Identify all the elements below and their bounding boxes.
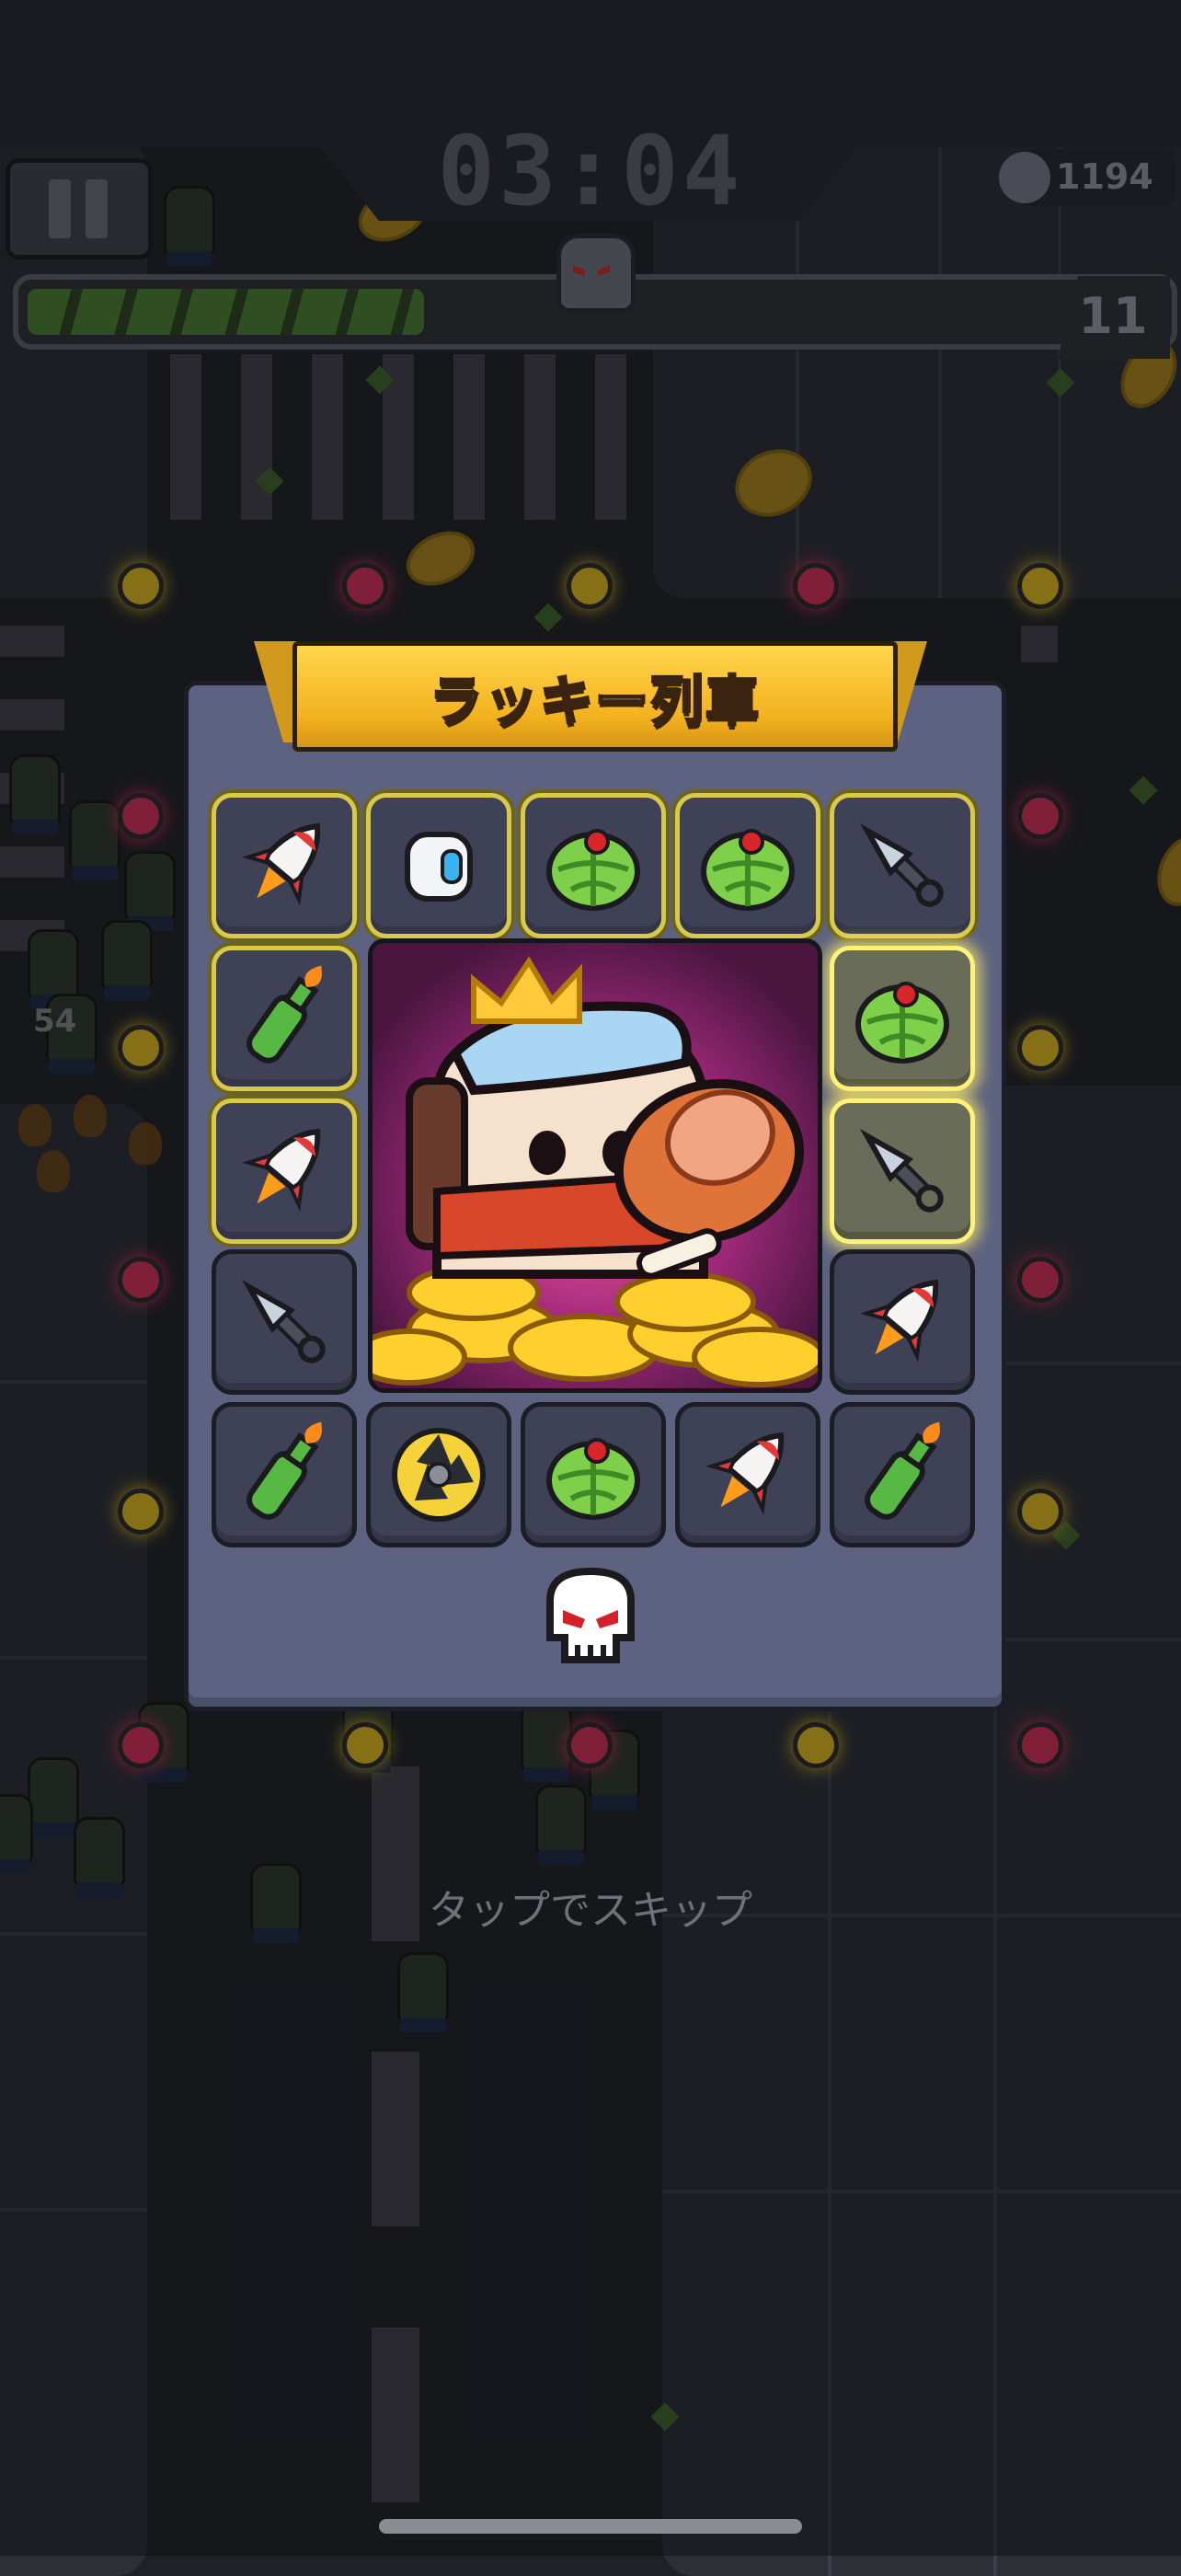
pause-icon <box>49 179 71 238</box>
drone-icon <box>371 798 507 937</box>
item-slot <box>521 1402 666 1547</box>
kunai-icon <box>216 1254 352 1394</box>
item-slot <box>212 946 357 1091</box>
item-slot <box>212 1098 357 1244</box>
title-ribbon: ラッキー列車 <box>292 641 898 752</box>
kunai-icon <box>834 1103 970 1243</box>
watermelon-icon <box>680 798 816 937</box>
watermelon-icon <box>525 798 661 937</box>
skull-icon <box>999 152 1050 203</box>
watermelon-icon <box>525 1407 661 1547</box>
item-slot <box>521 793 666 938</box>
item-slot <box>212 1402 357 1547</box>
kill-count: 1194 <box>1056 156 1153 197</box>
item-slot <box>212 793 357 938</box>
item-slot <box>830 1402 975 1547</box>
rocket-icon <box>680 1407 816 1547</box>
shuriken-icon <box>371 1407 507 1547</box>
pause-button[interactable] <box>6 158 153 259</box>
watermelon-icon <box>834 950 970 1090</box>
molotov-icon <box>216 950 352 1090</box>
item-slot <box>675 793 820 938</box>
molotov-icon <box>216 1407 352 1547</box>
item-slot <box>675 1402 820 1547</box>
item-slot <box>366 1402 511 1547</box>
xp-bar-fill <box>28 289 424 335</box>
item-slot <box>830 1249 975 1395</box>
rocket-icon <box>216 798 352 937</box>
skull-icon <box>541 1564 640 1667</box>
level-number: 11 <box>1078 287 1148 345</box>
home-indicator[interactable] <box>379 2519 802 2534</box>
item-slot <box>830 793 975 938</box>
boss-skull-icon <box>556 234 636 313</box>
rocket-icon <box>834 1254 970 1394</box>
pause-icon-bar <box>86 179 108 238</box>
kill-counter: 1194 <box>999 149 1175 206</box>
tap-to-skip-hint[interactable]: タップでスキップ <box>0 1877 1181 1936</box>
center-reward-image <box>368 938 822 1393</box>
item-slot <box>212 1249 357 1395</box>
item-slot <box>830 946 975 1091</box>
item-slot <box>366 793 511 938</box>
molotov-icon <box>834 1407 970 1547</box>
panel-title: ラッキー列車 <box>428 669 761 734</box>
item-slot <box>830 1098 975 1244</box>
kunai-icon <box>834 798 970 937</box>
rocket-icon <box>216 1103 352 1243</box>
